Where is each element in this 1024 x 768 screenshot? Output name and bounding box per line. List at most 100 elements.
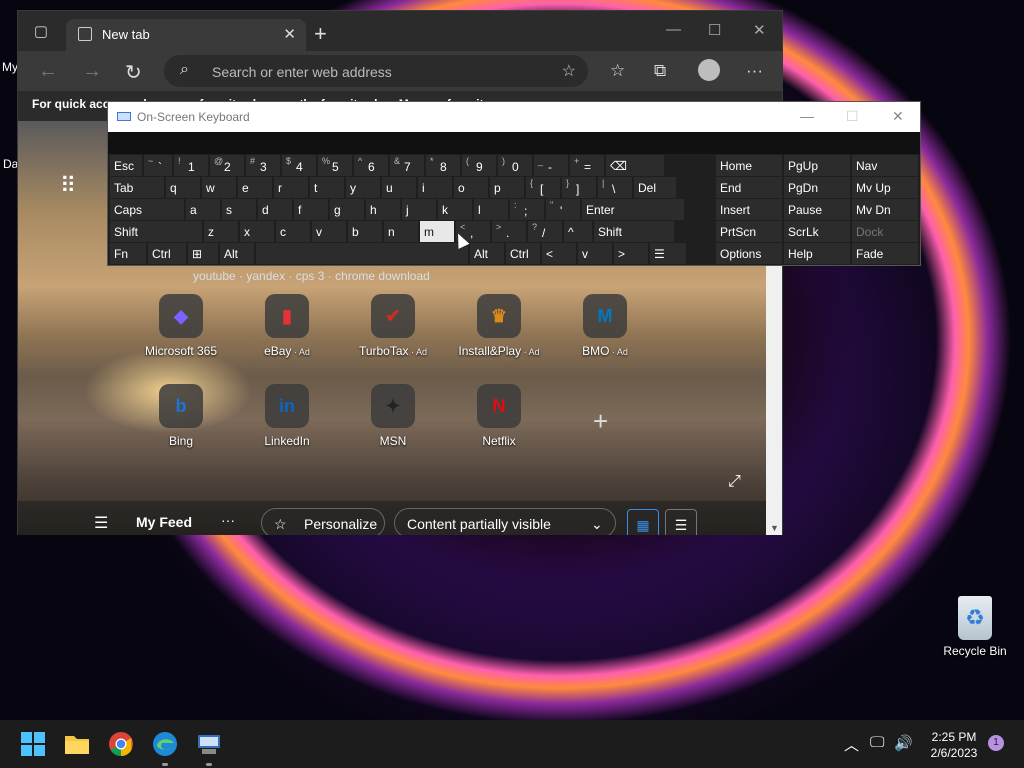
key-b[interactable]: b [348,221,382,242]
key-o[interactable]: o [454,177,488,198]
key-d[interactable]: d [258,199,292,220]
key-mvup[interactable]: Mv Up [852,177,918,198]
key-options[interactable]: Options [716,243,782,264]
key-6[interactable]: ^ 6 [354,155,388,176]
key-w[interactable]: w [202,177,236,198]
key-s[interactable]: s [222,199,256,220]
tab-actions-icon[interactable]: ▢ [32,23,50,41]
key-symbol[interactable]: + = [570,155,604,176]
clock[interactable]: 2:25 PM 2/6/2023 [920,729,988,761]
key-pgup[interactable]: PgUp [784,155,850,176]
key-c[interactable]: c [276,221,310,242]
key-symbol[interactable]: < [542,243,576,264]
quick-link-bmo[interactable]: M BMO · Ad [552,294,658,358]
refresh-icon[interactable]: ↻ [125,60,142,85]
quick-link-turbotax[interactable]: ✔ TurboTax · Ad [340,294,446,358]
key-pgdn[interactable]: PgDn [784,177,850,198]
key-symbol[interactable]: {[ [526,177,560,198]
maximize-button[interactable]: ☐ [708,21,721,39]
key-8[interactable]: * 8 [426,155,460,176]
key-a[interactable]: a [186,199,220,220]
close-window-button[interactable]: ✕ [753,21,766,39]
key-symbol[interactable]: _ - [534,155,568,176]
osk-minimize-button[interactable]: — [800,108,814,124]
quick-link-microsoft-365[interactable]: ◆ Microsoft 365 [128,294,234,358]
key-symbol[interactable]: " ' [546,199,580,220]
quick-link-ebay[interactable]: ▮ eBay · Ad [234,294,340,358]
volume-icon[interactable]: 🔊 [894,734,913,752]
key-help[interactable]: Help [784,243,850,264]
key-x[interactable]: x [240,221,274,242]
key-v[interactable]: v [312,221,346,242]
network-icon[interactable]: 🖵 [870,734,884,751]
key-n[interactable]: n [384,221,418,242]
key-h[interactable]: h [366,199,400,220]
key-i[interactable]: i [418,177,452,198]
quick-link-linkedin[interactable]: in LinkedIn [234,384,340,448]
key-esc[interactable]: Esc [110,155,142,176]
address-bar[interactable]: ⌕ Search or enter web address ☆ [164,55,588,87]
key-y[interactable]: y [346,177,380,198]
key-symbol[interactable]: ? / [528,221,562,242]
feed-more-icon[interactable]: ··· [221,512,235,528]
profile-avatar[interactable] [698,59,720,81]
key-v[interactable]: v [578,243,612,264]
key-symbol[interactable]: ^ [564,221,592,242]
key-alt[interactable]: Alt [470,243,504,264]
key-0[interactable]: ) 0 [498,155,532,176]
minimize-button[interactable]: — [666,21,681,38]
key-symbol[interactable]: >. [492,221,526,242]
edge-button[interactable] [152,731,178,757]
my-feed-link[interactable]: My Feed [136,514,192,530]
key-e[interactable]: e [238,177,272,198]
key-enter[interactable]: Enter [582,199,684,220]
key-symbol[interactable]: ~ ` [144,155,172,176]
key-pause[interactable]: Pause [784,199,850,220]
key-symbol[interactable]: ☰ [650,243,686,264]
key-4[interactable]: $4 [282,155,316,176]
key-q[interactable]: q [166,177,200,198]
key-prtscn[interactable]: PrtScn [716,221,782,242]
key-fade[interactable]: Fade [852,243,918,264]
quick-link-bing[interactable]: b Bing [128,384,234,448]
file-explorer-button[interactable] [64,731,90,757]
key-ctrl[interactable]: Ctrl [148,243,186,264]
key-symbol[interactable]: > [614,243,648,264]
key-symbol[interactable]: | \ [598,177,632,198]
key-j[interactable]: j [402,199,436,220]
favorites-icon[interactable]: ☆ [610,61,625,81]
key-insert[interactable]: Insert [716,199,782,220]
key-symbol[interactable]: ⊞ [188,243,218,264]
key-l[interactable]: l [474,199,508,220]
new-tab-button[interactable]: + [314,21,327,47]
key-z[interactable]: z [204,221,238,242]
key-symbol[interactable]: ⌫ [606,155,664,176]
more-menu-icon[interactable]: ··· [746,61,763,81]
list-layout-button[interactable]: ☰ [665,509,697,535]
key-m[interactable]: m [420,221,454,242]
tab-new-tab[interactable]: New tab ✕ [66,19,306,51]
key-ctrl[interactable]: Ctrl [506,243,540,264]
key-p[interactable]: p [490,177,524,198]
quick-link-msn[interactable]: ✦ MSN [340,384,446,448]
on-screen-keyboard-button[interactable] [196,731,222,757]
notification-badge[interactable]: 1 [988,735,1004,751]
key-space[interactable] [256,243,468,264]
key-t[interactable]: t [310,177,344,198]
close-tab-icon[interactable]: ✕ [283,25,296,43]
quick-link-install-play[interactable]: ♛ Install&Play · Ad [446,294,552,358]
personalize-button[interactable]: ☆ Personalize [261,508,385,535]
key-7[interactable]: & 7 [390,155,424,176]
key-tab[interactable]: Tab [110,177,164,198]
key-nav[interactable]: Nav [852,155,918,176]
quick-link-netflix[interactable]: N Netflix [446,384,552,448]
osk-close-button[interactable]: ✕ [892,108,904,125]
collections-icon[interactable]: ⧉ [654,61,666,81]
key-symbol[interactable]: }] [562,177,596,198]
expand-icon[interactable]: ⤢ [728,473,741,491]
key-2[interactable]: @2 [210,155,244,176]
add-favorite-icon[interactable]: ☆ [562,61,576,81]
key-end[interactable]: End [716,177,782,198]
scroll-down-icon[interactable]: ▼ [770,523,779,533]
content-visibility-dropdown[interactable]: Content partially visible ⌄ [394,508,616,535]
